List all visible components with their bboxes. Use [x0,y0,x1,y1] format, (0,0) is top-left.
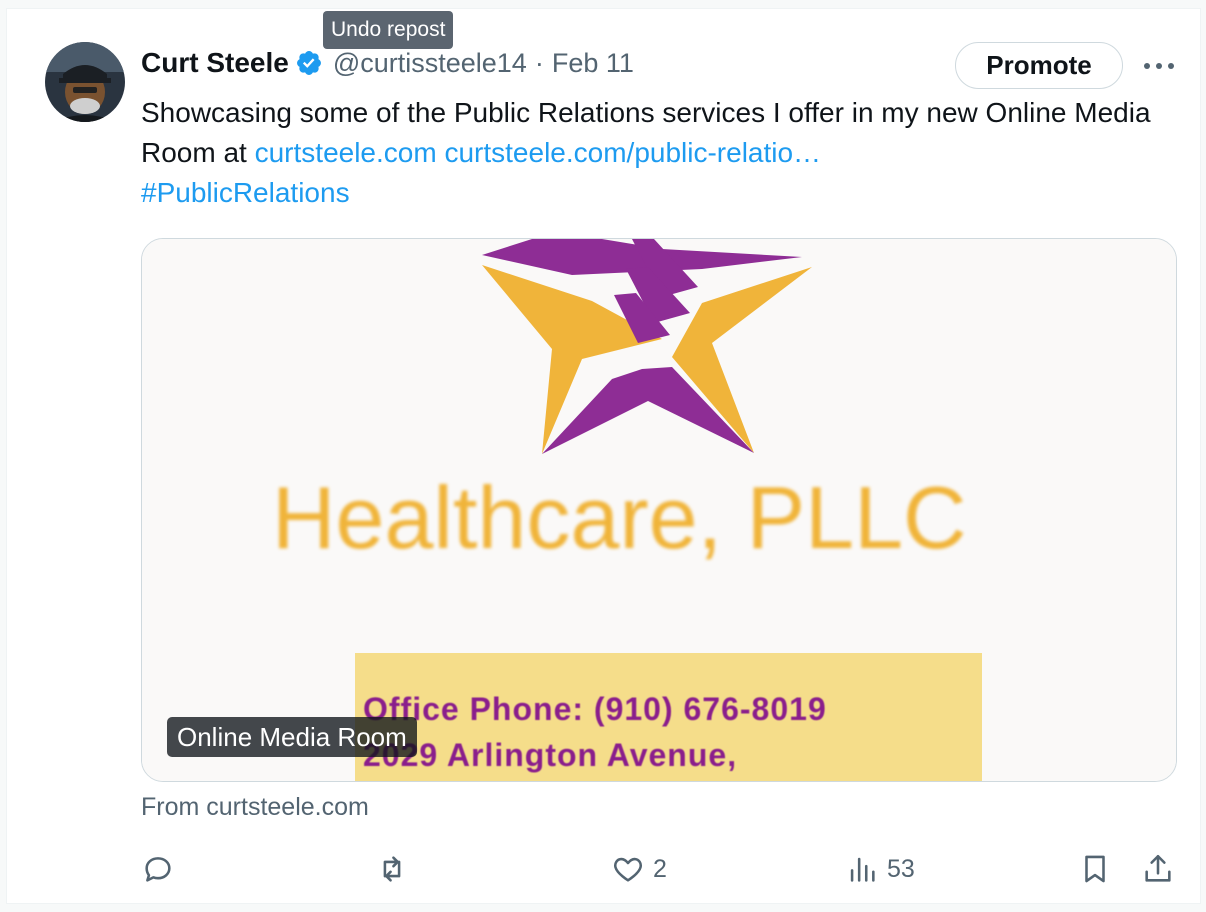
author-name[interactable]: Curt Steele [141,47,289,79]
verified-badge-icon [295,49,323,77]
bookmark-button[interactable] [1078,847,1112,891]
card-contact-box: Office Phone: (910) 676-8019 2029 Arling… [355,653,982,781]
promote-button[interactable]: Promote [955,42,1123,89]
separator-dot: · [534,47,544,78]
heart-icon [614,857,642,882]
link-public-relations-page[interactable]: curtsteele.com/public-relatio… [444,137,821,168]
hashtag-public-relations[interactable]: #PublicRelations [141,177,350,208]
card-phone-line: Office Phone: (910) 676-8019 [363,691,827,727]
repost-icon [383,856,401,882]
card-title-overlay: Online Media Room [167,717,417,757]
repost-button[interactable] [375,847,409,891]
more-options-icon[interactable] [1141,51,1177,81]
undo-repost-tooltip: Undo repost [323,11,454,49]
share-button[interactable] [1141,847,1175,891]
reply-icon [145,857,171,882]
action-bar: 2 53 [141,847,1181,891]
share-icon [1145,854,1171,882]
link-preview-card[interactable]: Healthcare, PLLC Office Phone: (910) 676… [141,238,1177,782]
like-count: 2 [653,854,667,883]
views-button[interactable]: 53 [845,847,915,891]
avatar[interactable] [45,42,125,122]
link-curtsteele[interactable]: curtsteele.com [255,137,437,168]
card-brand-text: Healthcare, PLLC [272,468,967,567]
tweet-text: Showcasing some of the Public Relations … [141,93,1181,213]
card-source[interactable]: From curtsteele.com [141,793,369,822]
card-address-line: 2029 Arlington Avenue, [363,737,738,773]
bookmark-icon [1085,855,1105,883]
post-date[interactable]: Feb 11 [552,48,634,79]
tweet-header: Curt Steele @curtissteele14 · Feb 11 [141,45,634,81]
views-icon [850,857,875,882]
reply-button[interactable] [141,847,175,891]
like-button[interactable]: 2 [611,847,667,891]
author-handle[interactable]: @curtissteele14 [333,48,527,79]
views-count: 53 [887,854,915,883]
tweet-card[interactable]: Curt Steele @curtissteele14 · Feb 11 Und… [6,8,1201,904]
